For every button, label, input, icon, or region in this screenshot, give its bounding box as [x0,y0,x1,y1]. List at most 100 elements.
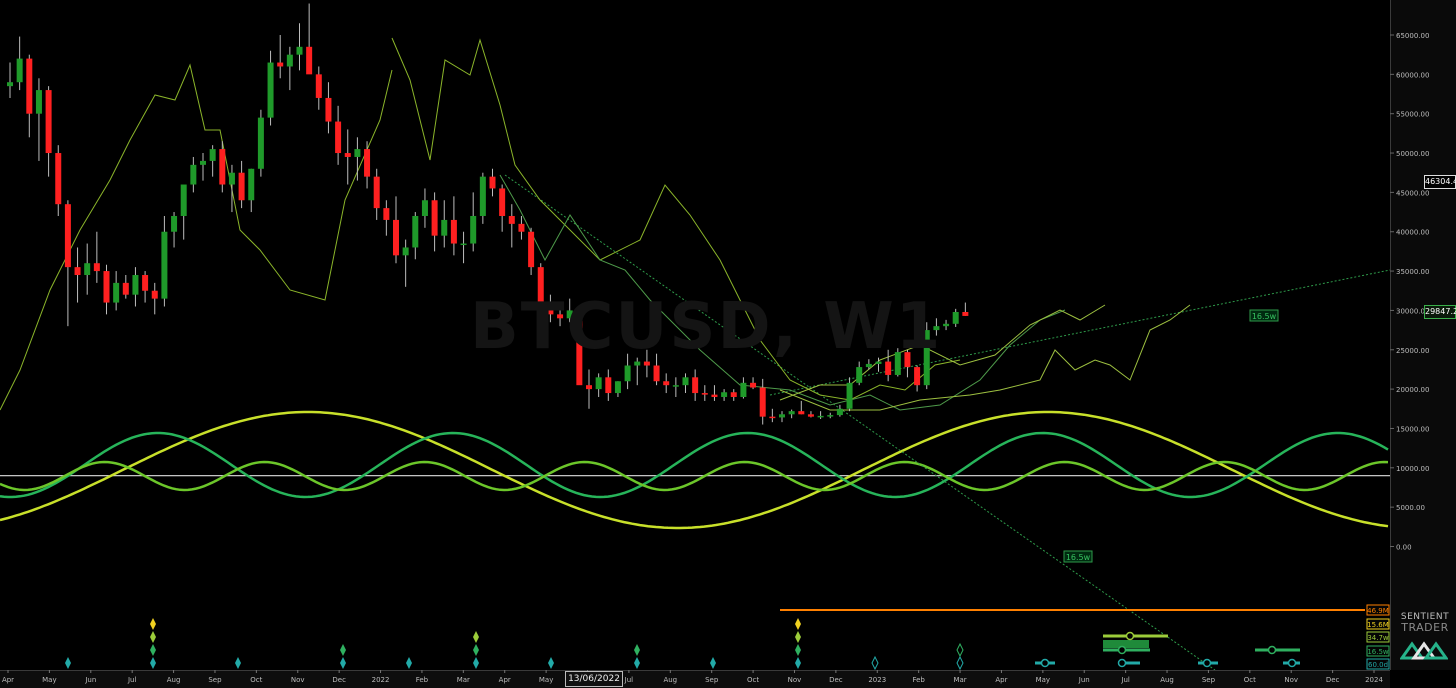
x-tick-label: Sep [705,676,719,684]
trendlines: 16.5w 16.5w [504,174,1391,671]
x-tick-label: Jun [1078,676,1090,684]
y-tick-label: 65000.00 [1396,32,1429,40]
candle [325,97,332,122]
candle [7,82,13,87]
cycle-diamond [473,657,479,669]
candle [257,117,264,169]
cycle-diamond [548,657,554,669]
x-tick-label: Jul [624,676,634,684]
x-tick-label: Nov [291,676,305,684]
candle [962,311,969,316]
y-tick-label: 0.00 [1396,544,1412,552]
cycle-projection-60d-marker [1202,658,1212,668]
candle [721,392,728,397]
candle [788,411,795,415]
x-tick-label: Nov [1284,676,1298,684]
x-tick-label: Aug [1160,676,1174,684]
candle [470,215,477,244]
candle [180,184,187,216]
candle [701,393,708,395]
candle [479,176,486,216]
candle [450,219,457,244]
candle [383,208,390,220]
candle [142,275,149,291]
x-tick-label: Dec [829,676,843,684]
cycle-diamond [65,657,71,669]
candle [277,62,284,67]
candle [74,267,81,276]
candle [200,160,206,165]
cycle-diamond [150,618,156,630]
candle [518,223,525,232]
candle [865,363,872,368]
cycle-range-box [1103,640,1149,648]
x-tick-label: Apr [995,676,1007,684]
candle [943,323,950,327]
cycle-diamond [473,631,479,643]
cycle-diamond-hollow [871,655,879,671]
candle [750,382,757,388]
candle [827,415,834,417]
x-tick-label: Aug [167,676,181,684]
candle [93,263,100,272]
cycle-diamond [406,657,412,669]
sentient-trader-logo-icon [1400,641,1448,660]
candle [306,46,313,75]
candle [373,176,380,209]
x-tick-label: Nov [788,676,802,684]
last-price-label: 29847.25 [1424,305,1456,319]
cycle-diamond-hollow [956,655,964,671]
x-tick-label: Aug [663,676,677,684]
candle [711,394,718,397]
candle [45,90,52,154]
candle [672,385,679,387]
candle [508,215,515,224]
y-tick-label: 25000.00 [1396,347,1429,355]
candle [335,121,342,154]
cycle-label: 15.6M [1367,621,1389,629]
projection-band [0,63,393,411]
brand-line2: TRADER [1401,621,1449,634]
candle [209,149,216,161]
cycle-diamond [150,657,156,669]
candle [190,164,197,185]
x-tick-label: Mar [457,676,470,684]
cycle-label: 60.0d [1368,661,1388,669]
x-tick-label: Dec [332,676,346,684]
cycle-label: 16.5w [1367,648,1389,656]
candle [122,282,129,295]
date-cursor-label[interactable]: 13/06/2022 [565,671,623,687]
x-tick-label: Oct [250,676,262,684]
candle [769,416,776,419]
cycle-projection-16w-marker [1117,645,1127,655]
cycle-projection-60d-marker [1117,658,1127,668]
symbol-watermark: BTCUSD, W1 [470,290,943,364]
y-tick-label: 20000.00 [1396,386,1429,394]
x-tick-label: Mar [953,676,966,684]
candle [740,382,747,397]
cycle-wave-long [0,410,1389,530]
cycle-label: 46.9M [1367,607,1389,615]
candle [441,219,448,236]
candle [730,392,737,397]
cycle-diamond [340,657,346,669]
cycle-diamond [473,644,479,656]
cycle-diamond [634,644,640,656]
x-tick-label: Oct [1244,676,1256,684]
candle [238,172,245,201]
candle [219,149,226,185]
x-tick-label: 2023 [868,676,886,684]
x-tick-label: Oct [747,676,759,684]
candle [421,200,428,216]
y-tick-label: 40000.00 [1396,229,1429,237]
candle [460,243,467,246]
candle [528,231,535,268]
candle [614,381,621,394]
cycle-diamond [150,631,156,643]
candle [779,414,785,418]
trendline-label: 16.5w [1252,312,1277,321]
x-tick-label: 2022 [372,676,390,684]
cycle-projection-60d-marker [1040,658,1050,668]
candle [354,149,361,157]
candle [431,200,438,236]
